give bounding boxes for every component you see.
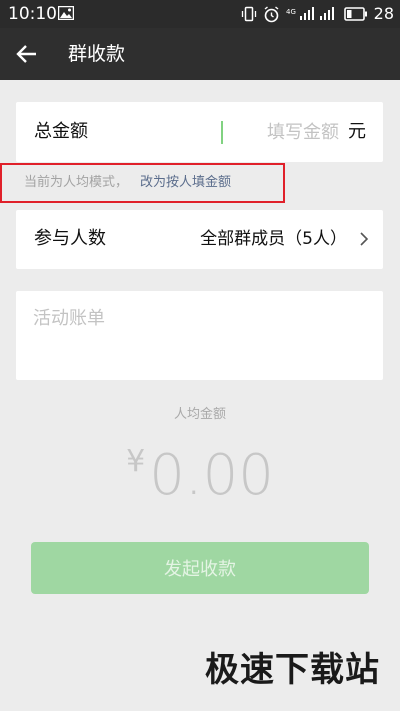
per-person-amount: ¥0.00 (0, 444, 400, 508)
per-person-label: 人均金额 (173, 407, 226, 422)
battery-level: 28 (373, 4, 394, 23)
vibrate-icon (241, 6, 256, 22)
network-label: 4G (286, 8, 296, 16)
total-amount-input[interactable] (219, 118, 339, 146)
currency-unit-label: 元 (348, 121, 366, 142)
per-person-amount-value: 0.00 (149, 443, 274, 508)
submit-button[interactable]: 发起收款 (31, 542, 369, 594)
signal-icon: 4G (286, 7, 334, 20)
total-amount-label: 总金额 (34, 121, 88, 142)
participants-row[interactable]: 参与人数 全部群成员（5人） (16, 210, 383, 269)
switch-mode-link[interactable]: 改为按人填金额 (140, 174, 231, 192)
app-bar: 群收款 (0, 28, 400, 80)
participants-value: 全部群成员（5人） (200, 229, 347, 249)
participants-label: 参与人数 (34, 228, 106, 249)
alarm-icon (264, 5, 279, 22)
status-bar: 10:10 4G 28 (0, 0, 400, 28)
image-notification-icon (58, 6, 74, 20)
arrow-left-icon[interactable] (14, 41, 40, 67)
status-time: 10:10 (8, 4, 57, 24)
chevron-right-icon (360, 232, 369, 246)
status-right-icons: 4G 28 (241, 4, 394, 24)
mode-hint-text: 当前为人均模式， (24, 175, 129, 190)
watermark-text: 极速下载站 (205, 650, 380, 690)
text-cursor (221, 121, 223, 144)
mode-hint-highlight: 当前为人均模式， 改为按人填金额 (0, 163, 285, 203)
memo-input[interactable] (33, 307, 363, 367)
battery-icon (343, 7, 367, 21)
total-amount-row: 总金额 元 (16, 102, 383, 162)
memo-row (16, 291, 383, 380)
page-title: 群收款 (68, 43, 126, 65)
currency-symbol: ¥ (126, 444, 146, 479)
